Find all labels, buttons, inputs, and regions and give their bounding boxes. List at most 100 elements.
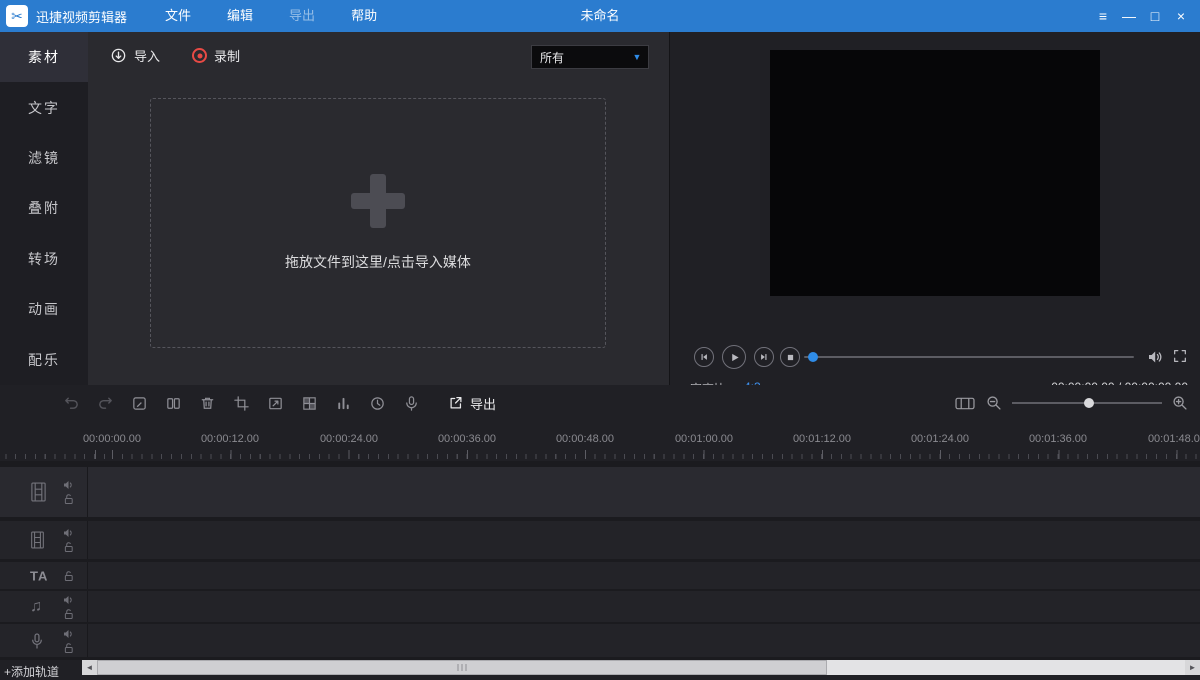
- ruler-label: 00:01:00.00: [675, 433, 733, 445]
- menu-export: 导出: [271, 0, 333, 32]
- pip-track-header[interactable]: [0, 521, 88, 559]
- record-button[interactable]: 录制: [192, 46, 240, 65]
- pip-track-lane[interactable]: [88, 521, 1200, 559]
- voice-track-header[interactable]: [0, 624, 88, 657]
- track-lock-icon[interactable]: [64, 642, 74, 653]
- zoom-handle[interactable]: [1084, 398, 1094, 408]
- seek-slider[interactable]: [804, 356, 1134, 358]
- add-track-button[interactable]: +添加轨道: [4, 663, 59, 680]
- scroll-right-icon[interactable]: ►: [1185, 660, 1200, 675]
- sidebar-item-transition[interactable]: 转场: [0, 234, 88, 284]
- ruler-label: 00:01:48.00: [1148, 433, 1200, 445]
- track-lock-icon[interactable]: [64, 542, 74, 553]
- seek-handle[interactable]: [808, 352, 818, 362]
- edit-icon[interactable]: [130, 394, 148, 412]
- video-track-row: [0, 467, 1200, 517]
- record-icon: [192, 48, 207, 63]
- mosaic-icon[interactable]: [300, 394, 318, 412]
- scroll-left-icon[interactable]: ◄: [82, 660, 97, 675]
- voice-track-lane[interactable]: [88, 624, 1200, 657]
- menu-help[interactable]: 帮助: [333, 0, 395, 32]
- scrollbar-track[interactable]: [97, 660, 1185, 675]
- levels-icon[interactable]: [334, 394, 352, 412]
- resize-icon[interactable]: [266, 394, 284, 412]
- speed-icon[interactable]: [368, 394, 386, 412]
- media-filter-dropdown[interactable]: 所有 ▼: [531, 45, 649, 69]
- crop-icon[interactable]: [232, 394, 250, 412]
- sidebar-item-music[interactable]: 配乐: [0, 335, 88, 385]
- sidebar-item-overlay[interactable]: 叠附: [0, 183, 88, 233]
- timeline-ruler[interactable]: 00:00:00.00 00:00:12.00 00:00:24.00 00:0…: [0, 421, 1200, 461]
- stop-button[interactable]: [780, 347, 800, 367]
- plus-icon: [351, 174, 405, 228]
- export-icon: [448, 395, 464, 411]
- text-track-icon: TA: [30, 568, 48, 583]
- media-dropzone[interactable]: 拖放文件到这里/点击导入媒体: [150, 98, 606, 348]
- ruler-label: 00:00:00.00: [83, 433, 141, 445]
- maximize-icon[interactable]: □: [1142, 3, 1168, 29]
- sidebar-item-text[interactable]: 文字: [0, 82, 88, 132]
- timeline-toolbar: 导出: [0, 385, 1200, 421]
- text-track-header[interactable]: TA: [0, 562, 88, 589]
- main-area: 素材 文字 滤镜 叠附 转场 动画 配乐 导入 录制 所有 ▼: [0, 32, 1200, 385]
- fullscreen-icon[interactable]: [1172, 348, 1188, 364]
- track-mute-icon[interactable]: [63, 528, 74, 539]
- titlebar: ✂ 迅捷视频剪辑器 文件 编辑 导出 帮助 未命名 ≡ — □ ×: [0, 0, 1200, 32]
- sidebar: 素材 文字 滤镜 叠附 转场 动画 配乐: [0, 32, 88, 385]
- music-note-icon: ♫: [30, 599, 42, 615]
- track-lock-icon[interactable]: [64, 494, 74, 505]
- zoom-out-icon[interactable]: [986, 395, 1002, 411]
- fit-timeline-icon[interactable]: [954, 395, 976, 412]
- music-track-lane[interactable]: [88, 591, 1200, 622]
- record-label: 录制: [214, 46, 240, 65]
- ruler-label: 00:00:12.00: [201, 433, 259, 445]
- app-logo-icon: ✂: [6, 5, 28, 27]
- sidebar-item-filter[interactable]: 滤镜: [0, 133, 88, 183]
- undo-icon: [62, 394, 80, 412]
- video-track-lane[interactable]: [88, 467, 1200, 517]
- redo-icon: [96, 394, 114, 412]
- timeline-export-button[interactable]: 导出: [448, 394, 496, 413]
- timeline-bottom-bar: +添加轨道 ◄ ►: [0, 660, 1200, 680]
- window-controls: ≡ — □ ×: [1090, 0, 1194, 32]
- minimize-icon[interactable]: —: [1116, 3, 1142, 29]
- volume-icon[interactable]: [1146, 348, 1164, 366]
- sidebar-item-media[interactable]: 素材: [0, 32, 88, 82]
- import-icon: [110, 47, 127, 64]
- dropzone-text: 拖放文件到这里/点击导入媒体: [285, 252, 471, 272]
- track-mute-icon[interactable]: [63, 480, 74, 491]
- video-track-header[interactable]: [0, 467, 88, 517]
- delete-icon[interactable]: [198, 394, 216, 412]
- text-track-lane[interactable]: [88, 562, 1200, 589]
- track-lock-icon[interactable]: [64, 608, 74, 619]
- close-icon[interactable]: ×: [1168, 3, 1194, 29]
- track-mute-icon[interactable]: [63, 594, 74, 605]
- track-mute-icon[interactable]: [63, 628, 74, 639]
- split-icon[interactable]: [164, 394, 182, 412]
- sidebar-item-animation[interactable]: 动画: [0, 284, 88, 334]
- export-label: 导出: [470, 394, 496, 413]
- menu-edit[interactable]: 编辑: [209, 0, 271, 32]
- media-filter-value: 所有: [532, 49, 626, 66]
- app-menu-icon[interactable]: ≡: [1090, 3, 1116, 29]
- next-frame-button[interactable]: [754, 347, 774, 367]
- ruler-label: 00:00:36.00: [438, 433, 496, 445]
- horizontal-scrollbar[interactable]: ◄ ►: [82, 660, 1200, 675]
- ruler-label: 00:01:12.00: [793, 433, 851, 445]
- music-track-header[interactable]: ♫: [0, 591, 88, 622]
- voiceover-icon[interactable]: [402, 394, 420, 412]
- scrollbar-thumb[interactable]: [97, 660, 827, 675]
- ruler-label: 00:01:36.00: [1029, 433, 1087, 445]
- import-button[interactable]: 导入: [110, 46, 160, 65]
- play-button[interactable]: [722, 345, 746, 369]
- microphone-icon: [30, 632, 44, 650]
- zoom-in-icon[interactable]: [1172, 395, 1188, 411]
- prev-frame-button[interactable]: [694, 347, 714, 367]
- menu-file[interactable]: 文件: [147, 0, 209, 32]
- voice-track-row: [0, 624, 1200, 657]
- track-lock-icon[interactable]: [64, 570, 74, 581]
- ruler-major-ticks: [0, 450, 1200, 459]
- timeline-tracks: TA ♫: [0, 461, 1200, 660]
- media-panel: 导入 录制 所有 ▼ 拖放文件到这里/点击导入媒体: [88, 32, 670, 385]
- zoom-slider[interactable]: [1012, 402, 1162, 404]
